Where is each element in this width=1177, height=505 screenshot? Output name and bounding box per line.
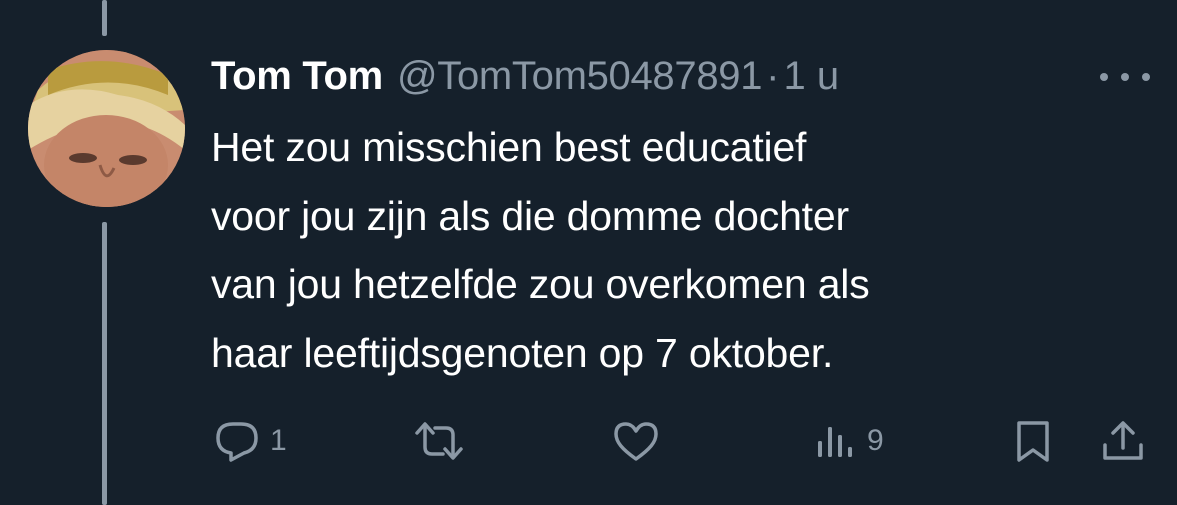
display-name[interactable]: Tom Tom xyxy=(211,54,383,99)
tweet-text: Het zou misschien best educatief voor jo… xyxy=(211,113,1141,387)
thread-line-top xyxy=(102,0,107,36)
more-icon-dot-3 xyxy=(1142,73,1150,81)
views-count: 9 xyxy=(867,424,884,457)
tweet-text-line: Het zou misschien best educatief xyxy=(211,124,807,170)
views-button[interactable]: 9 xyxy=(813,416,884,466)
tweet-text-line: van jou hetzelfde zou overkomen als xyxy=(211,261,870,307)
repost-icon xyxy=(415,422,463,460)
tweet-actions-bar: 1 9 xyxy=(0,416,1177,466)
repost-button[interactable] xyxy=(413,416,475,466)
tweet-text-line: voor jou zijn als die domme dochter xyxy=(211,192,849,239)
tweet-timestamp[interactable]: 1 u xyxy=(784,54,840,99)
more-options-button[interactable] xyxy=(1100,62,1150,92)
like-button[interactable] xyxy=(612,416,670,466)
reply-button[interactable]: 1 xyxy=(214,416,287,466)
share-button[interactable] xyxy=(1100,416,1146,466)
reply-count: 1 xyxy=(270,424,287,457)
user-handle[interactable]: @TomTom50487891 xyxy=(397,54,763,99)
more-icon-dot-1 xyxy=(1100,73,1108,81)
separator-dot: · xyxy=(766,53,780,98)
views-icon xyxy=(818,427,852,457)
tweet-text-line: haar leeftijdsgenoten op 7 oktober. xyxy=(211,329,834,376)
reply-icon xyxy=(216,422,258,462)
heart-icon xyxy=(614,422,658,461)
bookmark-icon xyxy=(1017,421,1049,462)
avatar-image xyxy=(28,50,185,207)
share-icon xyxy=(1103,421,1143,460)
bookmark-button[interactable] xyxy=(1013,416,1053,466)
more-icon-dot-2 xyxy=(1121,73,1129,81)
avatar[interactable] xyxy=(28,50,185,207)
tweet-header: Tom Tom @TomTom50487891 · 1 u xyxy=(211,50,839,102)
